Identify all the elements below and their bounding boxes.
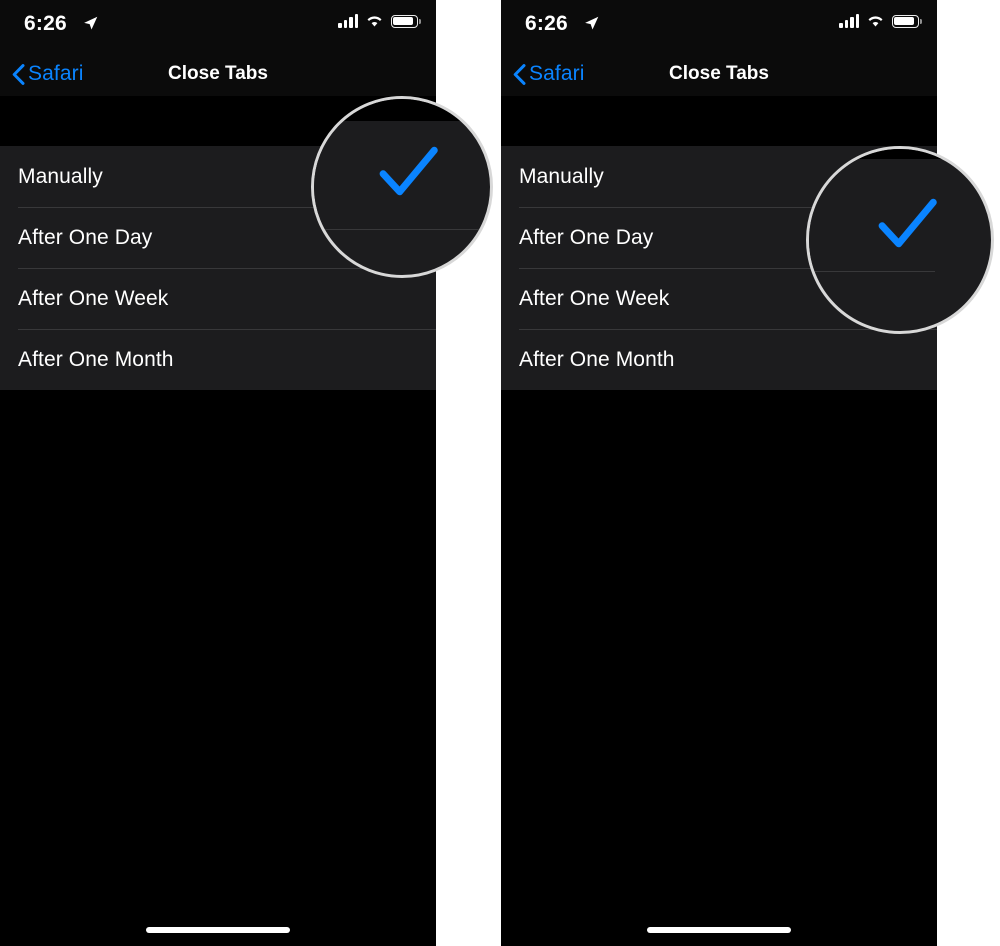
status-bar: 6:26 bbox=[0, 0, 436, 52]
magnified-separator bbox=[314, 229, 490, 230]
option-row-after-one-month[interactable]: After One Month bbox=[0, 329, 436, 390]
option-label: After One Week bbox=[519, 286, 670, 310]
option-label: After One Day bbox=[18, 225, 153, 249]
navigation-bar: Safari Close Tabs bbox=[501, 52, 937, 96]
location-arrow-icon bbox=[585, 16, 599, 30]
home-indicator bbox=[647, 927, 791, 933]
status-icons bbox=[839, 14, 922, 28]
callout-magnifier-right bbox=[806, 146, 994, 334]
status-time: 6:26 bbox=[525, 12, 568, 35]
callout-magnifier-left bbox=[311, 96, 493, 278]
option-label: After One Week bbox=[18, 286, 169, 310]
phone-screenshot-right: 6:26 Safari Close Tabs Manually After On… bbox=[501, 0, 937, 946]
option-row-after-one-month[interactable]: After One Month bbox=[501, 329, 937, 390]
magnifier-content bbox=[314, 99, 490, 275]
option-row-after-one-week[interactable]: After One Week bbox=[0, 268, 436, 329]
empty-content-area bbox=[0, 390, 436, 946]
navigation-bar: Safari Close Tabs bbox=[0, 52, 436, 96]
checkmark-icon bbox=[379, 146, 438, 196]
list-top-gap bbox=[501, 96, 937, 146]
option-label: Manually bbox=[18, 164, 103, 188]
cellular-bars-icon bbox=[839, 14, 859, 28]
magnified-gap bbox=[809, 149, 991, 159]
checkmark-icon bbox=[878, 198, 937, 248]
location-arrow-icon bbox=[84, 16, 98, 30]
status-time: 6:26 bbox=[24, 12, 67, 35]
magnified-separator bbox=[809, 271, 935, 272]
wifi-icon bbox=[367, 16, 382, 27]
magnified-gap bbox=[314, 99, 490, 121]
option-label: After One Day bbox=[519, 225, 654, 249]
wifi-icon bbox=[868, 16, 883, 27]
magnifier-content bbox=[809, 149, 991, 331]
option-label: After One Month bbox=[519, 347, 675, 371]
status-bar: 6:26 bbox=[501, 0, 937, 52]
cellular-bars-icon bbox=[338, 14, 358, 28]
option-label: Manually bbox=[519, 164, 604, 188]
option-label: After One Month bbox=[18, 347, 174, 371]
page-title: Close Tabs bbox=[168, 63, 268, 84]
home-indicator bbox=[146, 927, 290, 933]
battery-icon bbox=[391, 14, 421, 28]
empty-content-area bbox=[501, 390, 937, 946]
battery-icon bbox=[892, 14, 922, 28]
page-title: Close Tabs bbox=[669, 63, 769, 84]
status-icons bbox=[338, 14, 421, 28]
